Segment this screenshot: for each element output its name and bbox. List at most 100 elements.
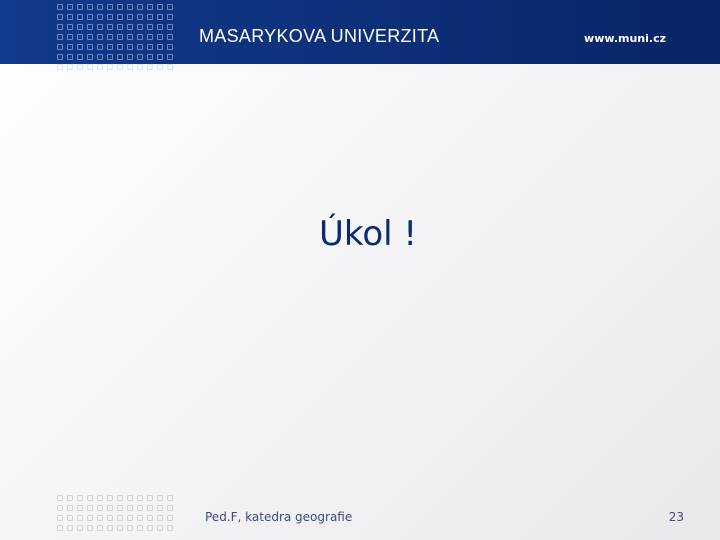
dot-icon — [167, 4, 173, 10]
dot-icon — [117, 54, 123, 60]
dot-icon — [147, 24, 153, 30]
dot-icon — [167, 525, 173, 531]
dot-icon — [137, 495, 143, 501]
dot-icon — [97, 64, 103, 70]
dot-icon — [77, 495, 83, 501]
dot-icon — [107, 44, 113, 50]
dot-icon — [127, 54, 133, 60]
dot-icon — [107, 14, 113, 20]
dot-icon — [67, 54, 73, 60]
dot-icon — [167, 505, 173, 511]
dot-icon — [127, 34, 133, 40]
dot-icon — [167, 515, 173, 521]
dot-icon — [137, 14, 143, 20]
dot-icon — [127, 525, 133, 531]
dot-icon — [127, 24, 133, 30]
dot-icon — [77, 515, 83, 521]
dot-icon — [127, 44, 133, 50]
dot-icon — [167, 495, 173, 501]
dot-icon — [77, 24, 83, 30]
dot-icon — [107, 4, 113, 10]
dot-icon — [117, 515, 123, 521]
dot-icon — [87, 525, 93, 531]
header-banner: MASARYKOVA UNIVERZITA www.muni.cz — [0, 0, 720, 70]
dot-icon — [67, 14, 73, 20]
dot-icon — [77, 64, 83, 70]
footer-dot-grid-icon — [57, 495, 173, 531]
dot-icon — [167, 64, 173, 70]
dot-icon — [137, 44, 143, 50]
dot-icon — [157, 44, 163, 50]
dot-icon — [57, 24, 63, 30]
dot-icon — [147, 64, 153, 70]
dot-icon — [97, 505, 103, 511]
dot-icon — [167, 34, 173, 40]
dot-icon — [87, 64, 93, 70]
dot-icon — [87, 34, 93, 40]
dot-icon — [67, 515, 73, 521]
dot-icon — [157, 34, 163, 40]
dot-icon — [137, 64, 143, 70]
dot-icon — [97, 515, 103, 521]
dot-icon — [97, 44, 103, 50]
dot-icon — [57, 495, 63, 501]
dot-icon — [167, 44, 173, 50]
dot-icon — [167, 54, 173, 60]
dot-icon — [67, 4, 73, 10]
dot-icon — [147, 34, 153, 40]
website-url: www.muni.cz — [584, 32, 666, 45]
dot-icon — [87, 515, 93, 521]
dot-icon — [117, 64, 123, 70]
dot-icon — [77, 14, 83, 20]
dot-icon — [117, 14, 123, 20]
dot-icon — [147, 44, 153, 50]
dot-icon — [157, 505, 163, 511]
dot-icon — [147, 515, 153, 521]
dot-icon — [87, 14, 93, 20]
header-dot-grid-icon — [57, 4, 173, 70]
dot-icon — [137, 4, 143, 10]
dot-icon — [67, 44, 73, 50]
dot-icon — [87, 54, 93, 60]
dot-icon — [107, 505, 113, 511]
dot-icon — [147, 505, 153, 511]
dot-icon — [87, 44, 93, 50]
dot-icon — [137, 24, 143, 30]
dot-icon — [97, 34, 103, 40]
dot-icon — [57, 14, 63, 20]
dot-icon — [127, 505, 133, 511]
dot-icon — [137, 515, 143, 521]
dot-icon — [147, 54, 153, 60]
dot-icon — [77, 525, 83, 531]
dot-icon — [157, 64, 163, 70]
dot-icon — [57, 44, 63, 50]
dot-icon — [137, 34, 143, 40]
dot-icon — [107, 54, 113, 60]
footer-department: Ped.F, katedra geografie — [205, 510, 353, 524]
dot-icon — [77, 54, 83, 60]
dot-icon — [77, 4, 83, 10]
dot-icon — [107, 495, 113, 501]
dot-icon — [127, 14, 133, 20]
dot-icon — [157, 54, 163, 60]
slide: MASARYKOVA UNIVERZITA www.muni.cz Úkol !… — [0, 0, 720, 540]
dot-icon — [107, 24, 113, 30]
dot-icon — [107, 515, 113, 521]
dot-icon — [127, 64, 133, 70]
dot-icon — [107, 64, 113, 70]
slide-title: Úkol ! — [318, 214, 418, 254]
dot-icon — [117, 495, 123, 501]
dot-icon — [127, 4, 133, 10]
dot-icon — [117, 505, 123, 511]
dot-icon — [117, 24, 123, 30]
dot-icon — [67, 505, 73, 511]
dot-icon — [157, 24, 163, 30]
dot-icon — [67, 495, 73, 501]
dot-icon — [157, 525, 163, 531]
dot-icon — [167, 24, 173, 30]
dot-icon — [57, 64, 63, 70]
dot-icon — [117, 34, 123, 40]
page-number: 23 — [668, 510, 684, 524]
dot-icon — [117, 525, 123, 531]
dot-icon — [87, 24, 93, 30]
